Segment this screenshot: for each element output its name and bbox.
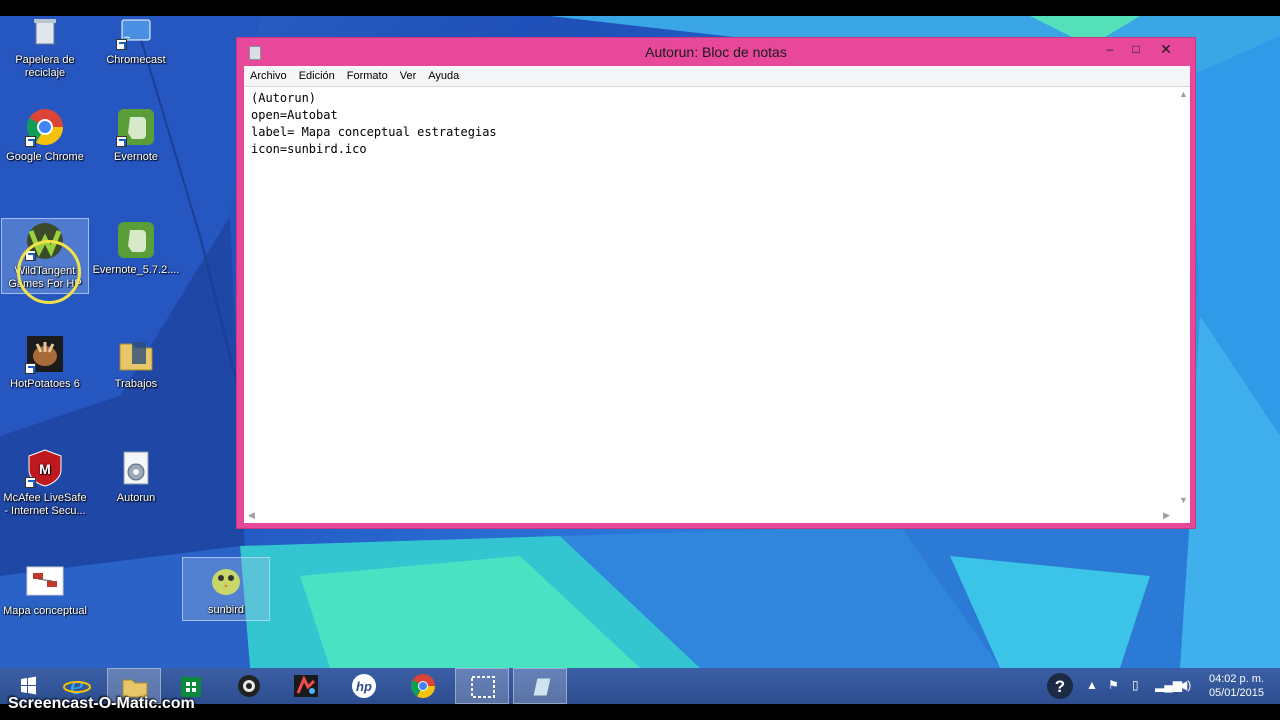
desktop-icon-recycle-bin[interactable]: Papelera de reciclaje	[1, 16, 89, 84]
window-title: Autorun: Bloc de notas	[645, 44, 787, 60]
desktop-icon-label: Autorun	[116, 492, 156, 504]
text-line: label= Mapa conceptual estrategias	[251, 125, 497, 139]
taskbar-hp[interactable]: hp	[337, 668, 391, 704]
hotpotatoes-icon	[25, 334, 65, 374]
battery-icon[interactable]: ▯	[1132, 678, 1139, 692]
desktop-icon-evernote[interactable]: Evernote	[92, 105, 180, 181]
text-line: open=Autobat	[251, 108, 338, 122]
show-hidden-icons-icon[interactable]: ▲	[1086, 678, 1098, 692]
taskbar-games[interactable]	[279, 668, 333, 704]
chromecast-icon	[116, 16, 156, 50]
svg-text:?: ?	[1055, 677, 1065, 696]
desktop-icon-label: Chromecast	[106, 54, 166, 66]
desktop-icon-label: Evernote	[113, 151, 159, 163]
folder-icon	[116, 334, 156, 374]
desktop-icon-evernote-installer[interactable]: Evernote_5.7.2....	[92, 218, 180, 294]
mcafee-icon: M	[25, 448, 65, 488]
snipping-tool-icon	[469, 674, 497, 700]
desktop-icon-hotpotatoes[interactable]: HotPotatoes 6	[1, 332, 89, 408]
desktop-icon-autorun[interactable]: Autorun	[92, 446, 180, 522]
chrome-icon	[409, 673, 437, 699]
clock-date: 05/01/2015	[1208, 687, 1264, 699]
scroll-left-icon[interactable]: ◀	[248, 510, 255, 521]
hp-icon: hp	[350, 673, 378, 699]
menu-ver[interactable]: Ver	[394, 66, 423, 86]
desktop-icon-label: McAfee LiveSafe - Internet Secu...	[3, 492, 87, 517]
evernote-installer-icon	[116, 220, 156, 260]
vertical-scrollbar[interactable]: ▲ ▼	[1176, 87, 1190, 507]
cursor-highlight	[17, 240, 81, 304]
camera-app-icon	[235, 673, 263, 699]
chrome-icon	[25, 107, 65, 147]
desktop-icon-mapa-conceptual[interactable]: Mapa conceptual	[1, 559, 89, 635]
maximize-button[interactable]: □	[1121, 38, 1151, 60]
games-icon	[292, 673, 320, 699]
desktop-icon-label: sunbird	[207, 604, 245, 616]
desktop-icon-chromecast[interactable]: Chromecast	[92, 16, 180, 84]
shortcut-arrow-icon	[25, 136, 36, 147]
taskbar-notepad[interactable]	[513, 668, 567, 704]
desktop-icon-label: Evernote_5.7.2....	[92, 264, 180, 276]
shortcut-arrow-icon	[25, 477, 36, 488]
desktop-icon-trabajos[interactable]: Trabajos	[92, 332, 180, 408]
desktop-icon-chrome[interactable]: Google Chrome	[1, 105, 89, 181]
document-icon	[25, 561, 65, 601]
scroll-up-icon[interactable]: ▲	[1179, 89, 1188, 99]
text-editor-area[interactable]: (Autorun) open=Autobat label= Mapa concept…	[244, 86, 1190, 523]
evernote-icon	[116, 107, 156, 147]
desktop-icon-label: HotPotatoes 6	[10, 378, 80, 390]
action-center-icon[interactable]: ⚑	[1108, 678, 1119, 692]
screencast-watermark: Screencast-O-Matic.com	[8, 695, 195, 712]
menu-bar: Archivo Edición Formato Ver Ayuda	[244, 66, 1190, 86]
shortcut-arrow-icon	[116, 39, 127, 50]
menu-ayuda[interactable]: Ayuda	[422, 66, 465, 86]
scroll-down-icon[interactable]: ▼	[1179, 495, 1188, 505]
clock-time: 04:02 p. m.	[1208, 673, 1264, 685]
help-icon[interactable]: ?	[1046, 672, 1074, 703]
taskbar-snipping-tool[interactable]	[455, 668, 509, 704]
editor-text[interactable]: (Autorun) open=Autobat label= Mapa concept…	[251, 90, 1161, 490]
desktop-icon-label: Google Chrome	[6, 151, 84, 163]
volume-icon[interactable]: ◀)	[1178, 678, 1191, 692]
desktop-icon-mcafee[interactable]: M McAfee LiveSafe - Internet Secu...	[1, 446, 89, 522]
recycle-bin-icon	[25, 16, 65, 50]
text-line: icon=sunbird.ico	[251, 142, 367, 156]
menu-formato[interactable]: Formato	[341, 66, 394, 86]
scroll-right-icon[interactable]: ▶	[1163, 510, 1170, 521]
top-black-bar	[0, 0, 1280, 16]
notepad-icon	[527, 674, 555, 700]
svg-text:M: M	[39, 461, 51, 477]
shortcut-arrow-icon	[25, 363, 36, 374]
autorun-settings-icon	[116, 448, 156, 488]
text-line: (Autorun)	[251, 91, 317, 105]
menu-edicion[interactable]: Edición	[293, 66, 341, 86]
taskbar-chrome[interactable]	[396, 668, 450, 704]
svg-text:hp: hp	[356, 679, 372, 694]
sunbird-icon	[206, 560, 246, 600]
close-button[interactable]: ✕	[1151, 38, 1181, 60]
notepad-window[interactable]: Autorun: Bloc de notas – □ ✕ Archivo Edic…	[236, 37, 1196, 529]
desktop-icon-sunbird[interactable]: sunbird	[182, 557, 270, 621]
shortcut-arrow-icon	[116, 136, 127, 147]
desktop-icon-label: Papelera de reciclaje	[15, 54, 75, 79]
desktop-icon-label: Trabajos	[114, 378, 158, 390]
desktop-icon-label: Mapa conceptual	[3, 605, 87, 617]
horizontal-scrollbar[interactable]: ◀ ▶	[244, 507, 1176, 523]
menu-archivo[interactable]: Archivo	[244, 66, 293, 86]
taskbar-camera-app[interactable]	[222, 668, 276, 704]
clock[interactable]: 04:02 p. m. 05/01/2015	[1209, 672, 1264, 700]
